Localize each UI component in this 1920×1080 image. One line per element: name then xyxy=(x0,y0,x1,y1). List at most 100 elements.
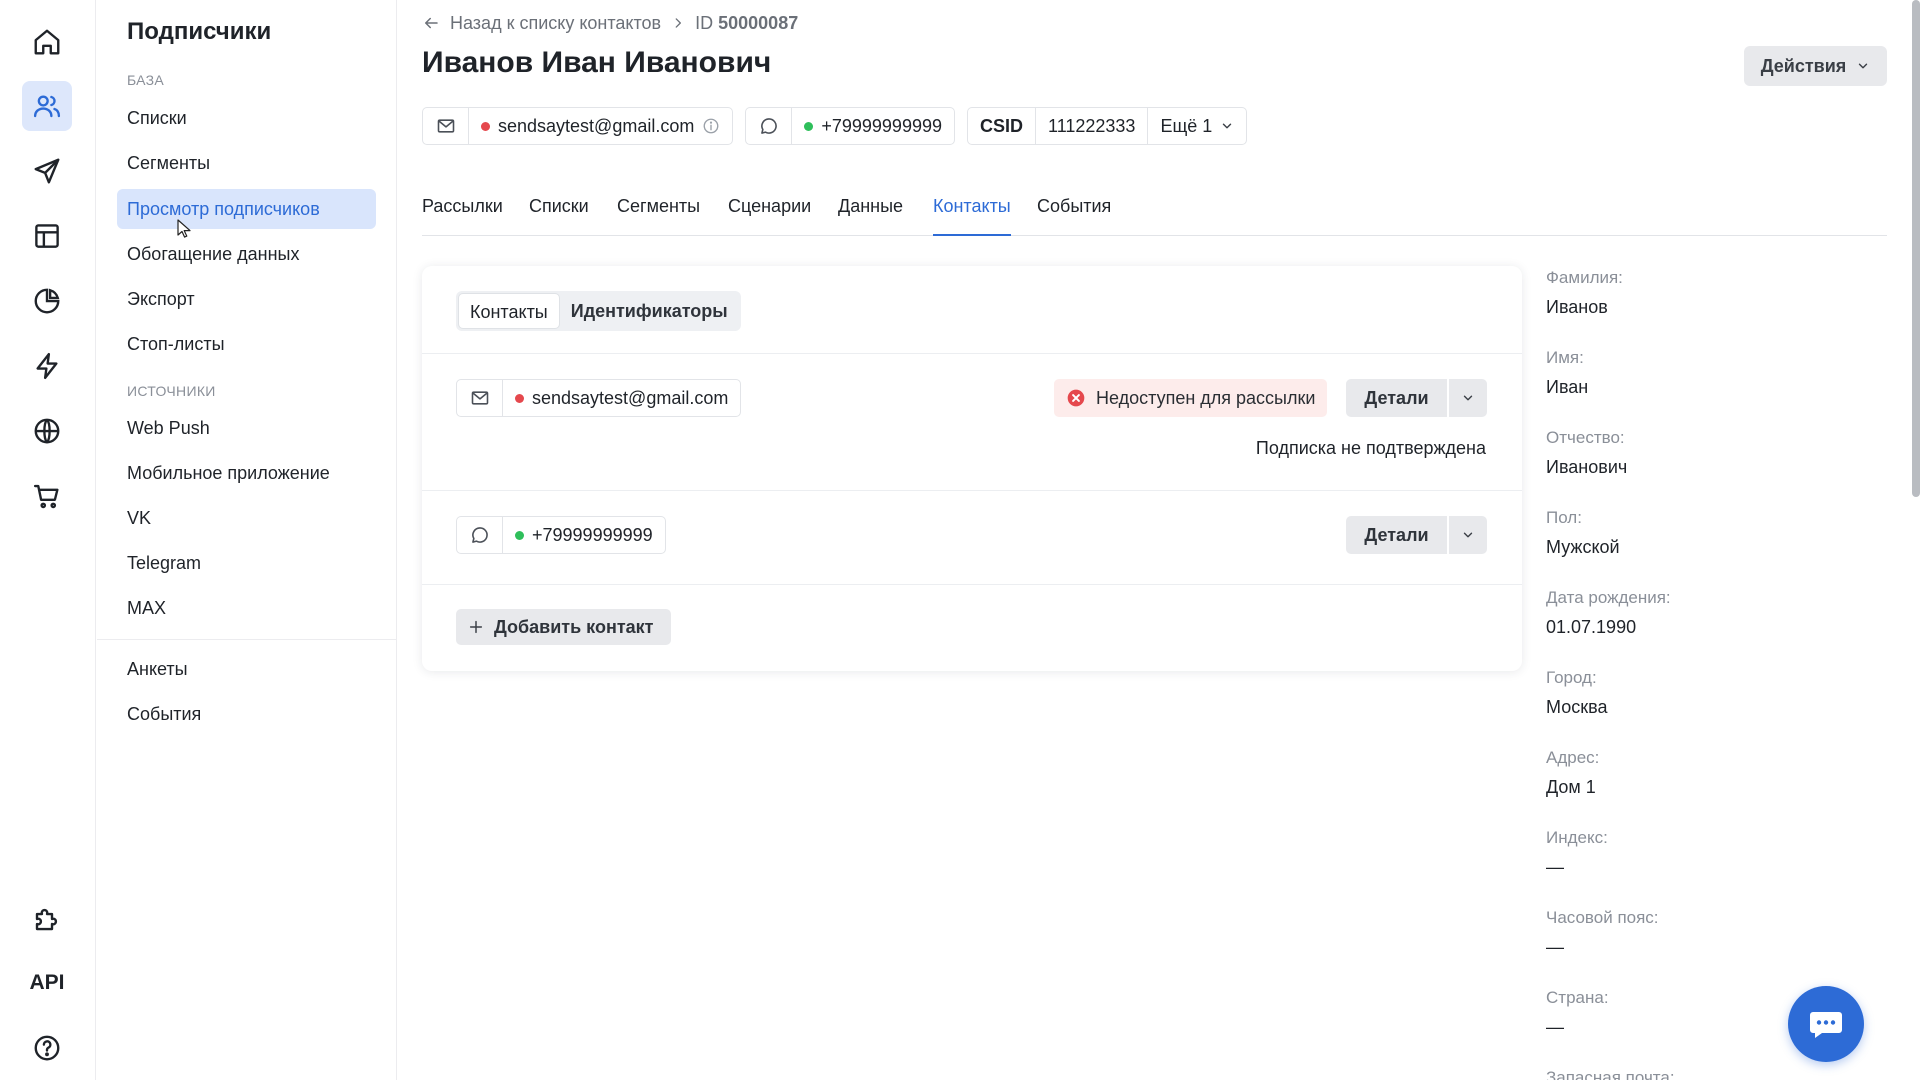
main-content: Назад к списку контактов ID 50000087 Ива… xyxy=(398,0,1920,1080)
contacts-card: Контакты Идентификаторы sendsaytest@gmai… xyxy=(422,266,1522,671)
contacts-subtabs: Контакты Идентификаторы xyxy=(456,291,741,331)
phone-details-button[interactable]: Детали xyxy=(1346,516,1447,554)
id-prefix: ID xyxy=(695,12,714,33)
nav-item-export[interactable]: Экспорт xyxy=(117,279,376,319)
email-details-dropdown[interactable] xyxy=(1449,379,1487,417)
send-icon[interactable] xyxy=(22,146,72,196)
api-link[interactable]: API xyxy=(22,958,72,1008)
field-value-gender: Мужской xyxy=(1546,537,1620,557)
nav-section-base: БАЗА xyxy=(127,72,165,88)
field-value-last-name: Иванов xyxy=(1546,297,1608,317)
email-status-dot xyxy=(481,121,490,131)
tab-mailings[interactable]: Рассылки xyxy=(422,196,503,236)
nav-item-vk[interactable]: VK xyxy=(117,498,376,538)
field-label-patronymic: Отчество: xyxy=(1546,428,1625,447)
nav-item-max[interactable]: MAX xyxy=(117,588,376,628)
phone-contact-number: +79999999999 xyxy=(532,524,653,545)
cart-icon[interactable] xyxy=(22,471,72,521)
lightning-icon[interactable] xyxy=(22,341,72,391)
tab-events[interactable]: События xyxy=(1037,196,1111,236)
field-label-birth-date: Дата рождения: xyxy=(1546,588,1671,607)
field-label-gender: Пол: xyxy=(1546,508,1582,527)
status-text: Недоступен для рассылки xyxy=(1096,387,1316,408)
email-contact-chip[interactable]: sendsaytest@gmail.com xyxy=(456,379,742,417)
card-divider xyxy=(422,490,1522,491)
help-icon[interactable] xyxy=(22,1023,72,1073)
nav-item-stop-lists[interactable]: Стоп-листы xyxy=(117,324,376,364)
actions-label: Действия xyxy=(1760,55,1847,76)
field-value-postal-code: — xyxy=(1546,857,1564,877)
field-label-backup-email: Запасная почта: xyxy=(1546,1068,1675,1080)
page-scrollbar[interactable] xyxy=(1912,0,1920,497)
field-value-timezone: — xyxy=(1546,937,1564,957)
support-chat-button[interactable] xyxy=(1788,986,1864,1062)
contact-chips: sendsaytest@gmail.com +79999999999 CSID … xyxy=(422,107,1248,145)
nav-section-sources: ИСТОЧНИКИ xyxy=(127,383,216,399)
home-icon[interactable] xyxy=(22,17,72,67)
phone-contact-chip[interactable]: +79999999999 xyxy=(456,516,666,554)
phone-number: +79999999999 xyxy=(821,115,942,136)
error-circle-icon xyxy=(1067,389,1085,407)
tab-scenarios[interactable]: Сценарии xyxy=(728,196,811,236)
info-icon[interactable] xyxy=(702,117,720,135)
subtab-contacts[interactable]: Контакты xyxy=(458,293,560,329)
nav-item-view-subscribers[interactable]: Просмотр подписчиков xyxy=(117,189,376,229)
tab-contacts[interactable]: Контакты xyxy=(933,196,1011,236)
layout-icon[interactable] xyxy=(22,211,72,261)
email-details-split-button: Детали xyxy=(1346,379,1487,417)
more-identifiers-dropdown[interactable]: Ещё 1 xyxy=(1148,108,1246,144)
csid-chip[interactable]: CSID 111222333 Ещё 1 xyxy=(967,107,1248,145)
nav-item-segments[interactable]: Сегменты xyxy=(117,143,376,183)
nav-item-forms[interactable]: Анкеты xyxy=(117,649,376,689)
field-label-timezone: Часовой пояс: xyxy=(1546,908,1659,927)
field-label-city: Город: xyxy=(1546,668,1597,687)
chevron-right-icon xyxy=(675,18,682,28)
arrow-left-icon[interactable] xyxy=(422,14,440,32)
field-value-address: Дом 1 xyxy=(1546,777,1596,797)
subscribers-nav: Подписчики БАЗА Списки Сегменты Просмотр… xyxy=(97,0,397,1080)
globe-icon[interactable] xyxy=(22,406,72,456)
nav-title: Подписчики xyxy=(127,18,272,45)
users-icon[interactable] xyxy=(22,81,72,131)
email-status-dot xyxy=(515,393,524,403)
field-value-country: — xyxy=(1546,1017,1564,1037)
chevron-down-icon xyxy=(1463,532,1473,538)
tab-segments[interactable]: Сегменты xyxy=(617,196,700,236)
field-value-city: Москва xyxy=(1546,697,1608,717)
id-value: 50000087 xyxy=(718,12,799,33)
puzzle-icon[interactable] xyxy=(22,894,72,944)
chevron-down-icon xyxy=(1463,395,1473,401)
phone-status-dot xyxy=(515,530,524,540)
nav-item-lists[interactable]: Списки xyxy=(117,98,376,138)
profile-tabs: Рассылки Списки Сегменты Сценарии Данные… xyxy=(422,196,1887,236)
add-contact-button[interactable]: Добавить контакт xyxy=(456,609,672,645)
subtab-identifiers[interactable]: Идентификаторы xyxy=(560,293,739,329)
tab-data[interactable]: Данные xyxy=(838,196,903,236)
page-title: Иванов Иван Иванович xyxy=(422,46,772,79)
email-details-button[interactable]: Детали xyxy=(1346,379,1447,417)
email-address: sendsaytest@gmail.com xyxy=(498,115,695,136)
email-chip[interactable]: sendsaytest@gmail.com xyxy=(422,107,734,145)
plus-icon xyxy=(469,620,483,634)
nav-divider xyxy=(97,639,396,640)
field-label-address: Адрес: xyxy=(1546,748,1600,767)
actions-button[interactable]: Действия xyxy=(1744,46,1887,86)
nav-item-web-push[interactable]: Web Push xyxy=(117,408,376,448)
chat-icon xyxy=(1810,1012,1842,1038)
email-contact-address: sendsaytest@gmail.com xyxy=(532,387,729,408)
field-label-country: Страна: xyxy=(1546,988,1609,1007)
pie-chart-icon[interactable] xyxy=(22,276,72,326)
phone-chip[interactable]: +79999999999 xyxy=(745,107,955,145)
nav-item-telegram[interactable]: Telegram xyxy=(117,543,376,583)
card-divider xyxy=(422,353,1522,354)
chat-bubble-icon xyxy=(457,517,503,553)
email-contact-value: sendsaytest@gmail.com xyxy=(503,380,740,416)
nav-item-mobile-app[interactable]: Мобильное приложение xyxy=(117,453,376,493)
tab-lists[interactable]: Списки xyxy=(529,196,589,236)
phone-details-dropdown[interactable] xyxy=(1449,516,1487,554)
nav-item-data-enrichment[interactable]: Обогащение данных xyxy=(117,234,376,274)
field-value-first-name: Иван xyxy=(1546,377,1589,397)
nav-item-events[interactable]: События xyxy=(117,694,376,734)
csid-label: CSID xyxy=(968,108,1037,144)
back-to-contacts-link[interactable]: Назад к списку контактов xyxy=(450,13,661,34)
